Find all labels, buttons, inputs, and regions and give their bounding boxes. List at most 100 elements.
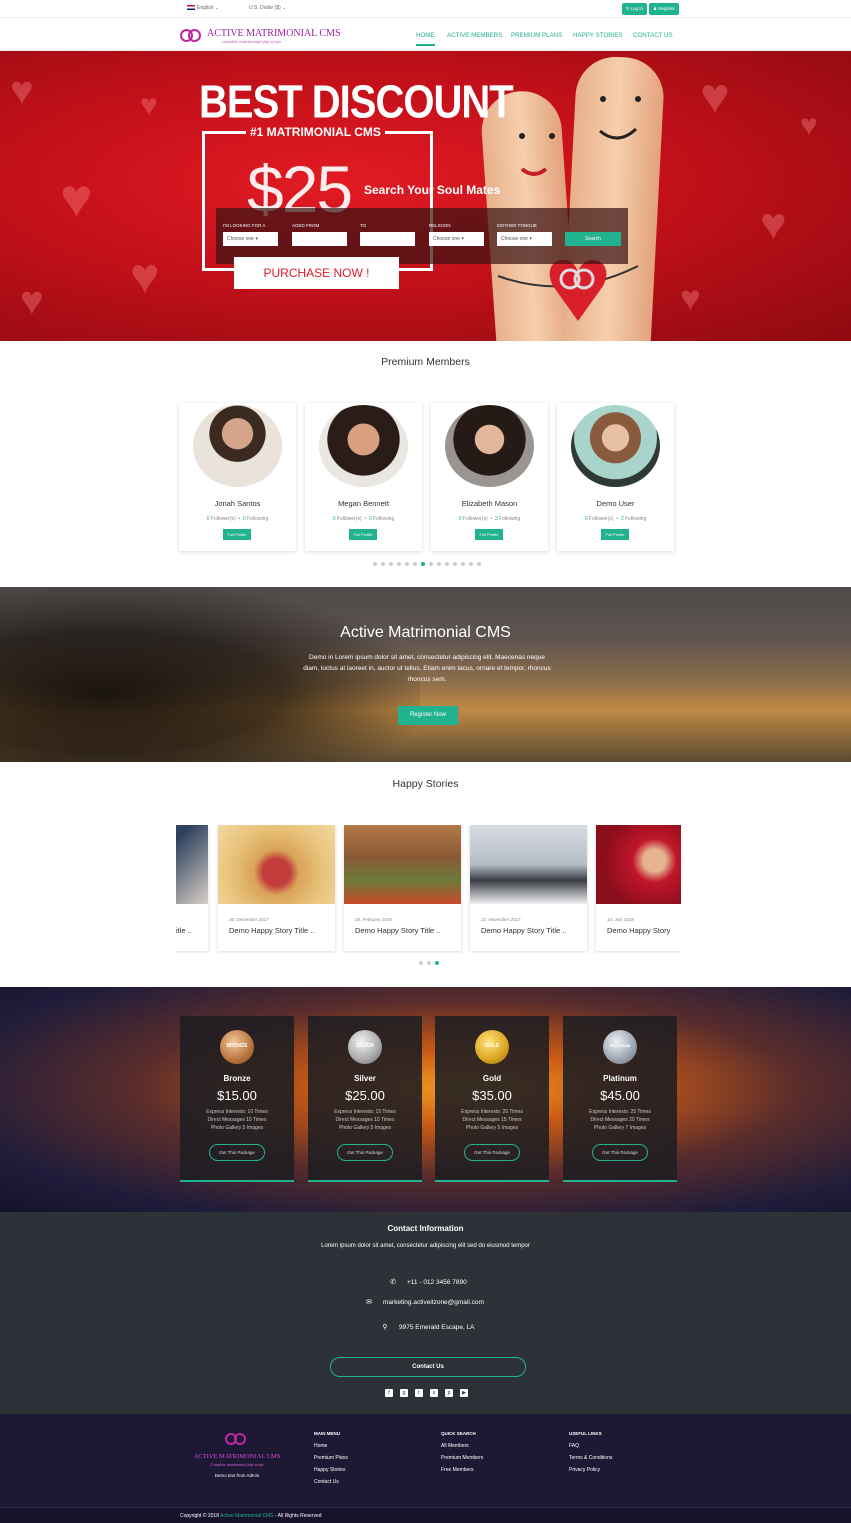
- get-package-button[interactable]: Get This Package: [337, 1144, 393, 1161]
- member-name[interactable]: Megan Bennett: [305, 499, 422, 508]
- carousel-dot[interactable]: [381, 562, 385, 566]
- plan-feature: Photo Gallery 5 Images: [465, 1125, 519, 1131]
- member-name[interactable]: Elizabeth Mason: [431, 499, 548, 508]
- footer-link-faq[interactable]: FAQ: [569, 1443, 612, 1449]
- register-button[interactable]: ♟ Register: [649, 3, 680, 15]
- language-selector[interactable]: English ⌄: [187, 5, 219, 11]
- member-photo[interactable]: [193, 405, 282, 487]
- nav-active-members[interactable]: ACTIVE MEMBERS: [447, 32, 502, 39]
- carousel-dot[interactable]: [373, 562, 377, 566]
- copyright-prefix: Copyright © 2018: [180, 1513, 219, 1519]
- footer-link-terms[interactable]: Terms & Conditions: [569, 1455, 612, 1461]
- language-label: English: [197, 5, 214, 11]
- google-plus-icon[interactable]: g: [400, 1389, 408, 1397]
- login-button[interactable]: ⚲ Log In: [622, 3, 648, 15]
- get-package-button[interactable]: Get This Package: [464, 1144, 520, 1161]
- hero-banner: ♥ ♥ ♥ ♥ ♥ ♥ ♥ ♥ ♥ BEST DISCOUNT #1 MATRI…: [0, 51, 851, 341]
- carousel-dot[interactable]: [397, 562, 401, 566]
- pinterest-icon[interactable]: p: [445, 1389, 453, 1397]
- register-now-button[interactable]: Register Now: [398, 706, 458, 725]
- story-card[interactable]: itle ..: [176, 825, 208, 951]
- carousel-dot[interactable]: [419, 961, 423, 965]
- plan-card-platinum: PLATINUM Platinum $45.00 Express Interes…: [563, 1016, 677, 1182]
- contact-us-button[interactable]: Contact Us: [330, 1357, 526, 1377]
- story-card[interactable]: 22, November 2017 Demo Happy Story Title…: [470, 825, 587, 951]
- followers-label: Follower(s): [210, 516, 236, 522]
- footer-link-premium-members[interactable]: Premium Members: [441, 1455, 483, 1461]
- select-value: Choose one: [501, 236, 528, 242]
- carousel-dot[interactable]: [469, 562, 473, 566]
- full-profile-button[interactable]: Full Profile: [475, 529, 503, 540]
- footer-link-home[interactable]: Home: [314, 1443, 348, 1449]
- carousel-dot[interactable]: [435, 961, 439, 965]
- member-photo[interactable]: [571, 405, 660, 487]
- looking-for-select[interactable]: Choose one ▾: [223, 232, 278, 246]
- nav-happy-stories[interactable]: HAPPY STORIES: [573, 32, 623, 39]
- get-package-button[interactable]: Get This Package: [592, 1144, 648, 1161]
- member-stats: 0 Follower(s) • 0 Following: [332, 516, 395, 522]
- story-card[interactable]: 10, July 2018 Demo Happy Story: [596, 825, 681, 951]
- carousel-dot[interactable]: [413, 562, 417, 566]
- mother-tongue-select[interactable]: Choose one ▾: [497, 232, 552, 246]
- carousel-dot[interactable]: [453, 562, 457, 566]
- member-photo[interactable]: [445, 405, 534, 487]
- carousel-dot[interactable]: [437, 562, 441, 566]
- looking-for-label: I'M LOOKING FOR A: [223, 223, 266, 228]
- promo-title: Active Matrimonial CMS: [340, 624, 511, 641]
- twitter-icon[interactable]: t: [415, 1389, 423, 1397]
- carousel-dot[interactable]: [405, 562, 409, 566]
- nav-contact-us[interactable]: CONTACT US: [633, 32, 673, 39]
- site-logo[interactable]: ACTIVE MATRIMONIAL CMS complete matrimon…: [180, 22, 341, 48]
- carousel-dot[interactable]: [389, 562, 393, 566]
- currency-selector[interactable]: U.S. Dollar ($) ⌄: [249, 5, 286, 11]
- aged-from-input[interactable]: [292, 232, 347, 246]
- get-package-button[interactable]: Get This Package: [209, 1144, 265, 1161]
- carousel-dot[interactable]: [477, 562, 481, 566]
- plan-name: Platinum: [603, 1074, 637, 1083]
- religion-select[interactable]: Choose one ▾: [429, 232, 484, 246]
- purchase-now-button[interactable]: PURCHASE NOW !: [234, 257, 399, 289]
- plan-feature: Direct Messages 10 Times: [335, 1117, 395, 1123]
- footer-column-title: MAIN MENU: [314, 1431, 340, 1436]
- aged-to-input[interactable]: [360, 232, 415, 246]
- heart-decoration: ♥: [760, 198, 787, 249]
- story-date: 22, November 2017: [481, 917, 521, 922]
- footer-link-premium-plans[interactable]: Premium Plans: [314, 1455, 348, 1461]
- mail-icon: ✉: [366, 1299, 372, 1306]
- carousel-dot[interactable]: [421, 562, 425, 566]
- facebook-icon[interactable]: f: [385, 1389, 393, 1397]
- member-stats: 0 Follower(s) • 2 Following: [584, 516, 647, 522]
- footer-link-contact-us[interactable]: Contact Us: [314, 1479, 348, 1485]
- full-profile-button[interactable]: Full Profile: [601, 529, 629, 540]
- heart-decoration: ♥: [130, 248, 160, 304]
- youtube-icon[interactable]: ▶: [460, 1389, 468, 1397]
- carousel-dot[interactable]: [445, 562, 449, 566]
- copyright-brand-link[interactable]: Active Matrimonial CMS: [220, 1513, 273, 1519]
- email-value[interactable]: marketing.activeitzone@gmail.com: [383, 1299, 484, 1306]
- carousel-dot[interactable]: [461, 562, 465, 566]
- footer-link-free-members[interactable]: Free Members: [441, 1467, 483, 1473]
- gold-medal-icon: GOLD: [475, 1030, 509, 1064]
- plan-price: $15.00: [217, 1088, 257, 1103]
- member-photo[interactable]: [319, 405, 408, 487]
- footer-link-happy-stories[interactable]: Happy Stories: [314, 1467, 348, 1473]
- member-name[interactable]: Demo User: [557, 499, 674, 508]
- social-links: f g t s p ▶: [385, 1389, 468, 1397]
- full-profile-button[interactable]: Full Profile: [223, 529, 251, 540]
- search-button[interactable]: Search: [565, 232, 621, 246]
- promo-section: Active Matrimonial CMS Demo in Lorem ips…: [0, 587, 851, 762]
- footer-link-all-members[interactable]: All Members: [441, 1443, 483, 1449]
- plan-name: Gold: [482, 1074, 502, 1083]
- story-card[interactable]: 04, February 2018 Demo Happy Story Title…: [344, 825, 461, 951]
- nav-home[interactable]: HOME: [416, 32, 435, 46]
- full-profile-button[interactable]: Full Profile: [349, 529, 377, 540]
- nav-premium-plans[interactable]: PREMIUM PLANS: [511, 32, 562, 39]
- member-name[interactable]: Jonah Santos: [179, 499, 296, 508]
- select-value: Choose one: [433, 236, 460, 242]
- story-card[interactable]: 30, December 2017 Demo Happy Story Title…: [218, 825, 335, 951]
- story-date: 30, December 2017: [229, 917, 269, 922]
- carousel-dot[interactable]: [429, 562, 433, 566]
- skype-icon[interactable]: s: [430, 1389, 438, 1397]
- carousel-dot[interactable]: [427, 961, 431, 965]
- footer-link-privacy[interactable]: Privacy Policy: [569, 1467, 612, 1473]
